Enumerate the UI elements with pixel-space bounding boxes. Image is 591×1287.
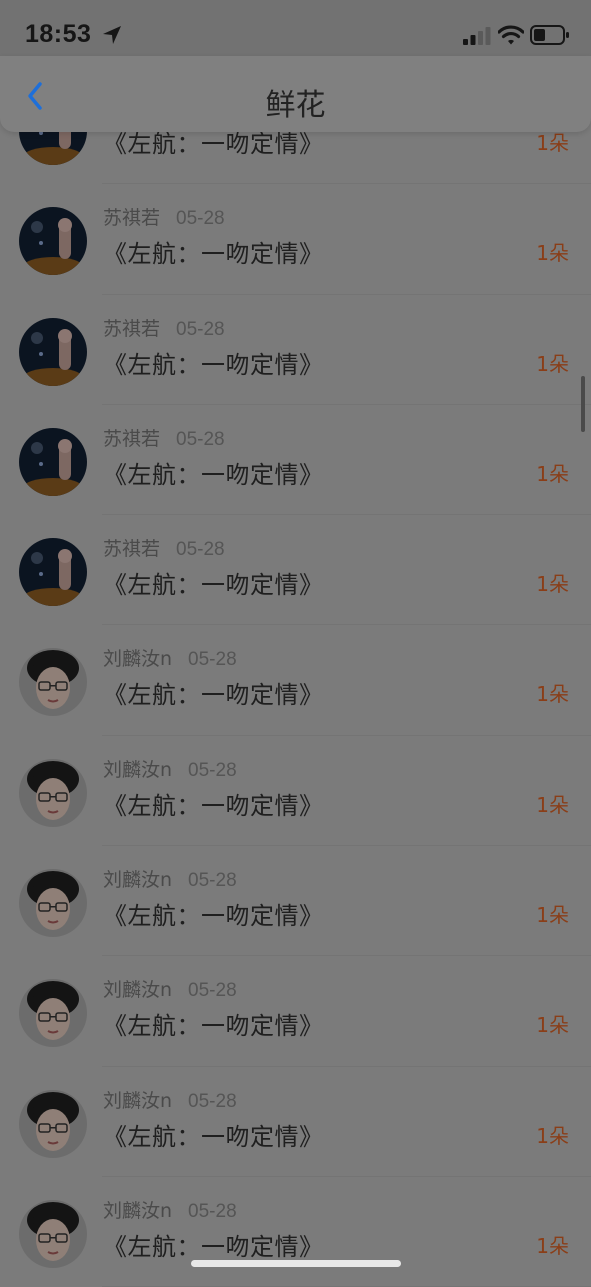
glasses-boy-avatar-icon bbox=[19, 648, 87, 717]
user-avatar[interactable] bbox=[19, 979, 87, 1048]
glasses-boy-avatar-icon bbox=[19, 869, 87, 938]
flower-count: 1朵 bbox=[536, 351, 569, 376]
list-item[interactable]: 苏祺若 05-28 《左航：一吻定情》 1朵 bbox=[0, 295, 591, 405]
user-name: 刘麟汝n bbox=[103, 1199, 173, 1222]
user-avatar[interactable] bbox=[19, 1089, 87, 1158]
user-name: 刘麟汝n bbox=[103, 758, 173, 781]
list-item[interactable]: 苏祺若 05-28 《左航：一吻定情》 1朵 bbox=[0, 405, 591, 516]
user-name: 苏祺若 bbox=[103, 538, 161, 561]
flower-count: 1朵 bbox=[536, 903, 569, 928]
gift-date: 05-28 bbox=[188, 870, 237, 892]
home-indicator[interactable] bbox=[191, 1260, 401, 1267]
user-avatar[interactable] bbox=[19, 427, 87, 496]
user-name: 苏祺若 bbox=[103, 317, 161, 340]
list-item[interactable]: 刘麟汝n 05-28 《左航：一吻定情》 1朵 bbox=[0, 1177, 591, 1287]
gift-date: 05-28 bbox=[176, 539, 225, 561]
user-name: 刘麟汝n bbox=[103, 1089, 173, 1112]
gift-date: 05-28 bbox=[188, 980, 237, 1002]
user-name: 刘麟汝n bbox=[103, 979, 173, 1002]
book-title: 《左航：一吻定情》 bbox=[103, 1232, 324, 1261]
user-name-line: 苏祺若 05-28 bbox=[103, 314, 225, 341]
user-avatar[interactable] bbox=[19, 758, 87, 827]
user-name-line: 刘麟汝n 05-28 bbox=[103, 975, 237, 1002]
list-item[interactable]: 苏祺若 05-28 《左航：一吻定情》 1朵 bbox=[0, 184, 591, 295]
glasses-boy-avatar-icon bbox=[19, 758, 87, 827]
user-name-line: 苏祺若 05-28 bbox=[103, 534, 225, 561]
book-title: 《左航：一吻定情》 bbox=[103, 240, 324, 269]
flower-count: 1朵 bbox=[536, 792, 569, 817]
user-avatar[interactable] bbox=[19, 648, 87, 717]
navigation-bar: 鲜花 bbox=[0, 56, 591, 132]
user-avatar[interactable] bbox=[19, 1199, 87, 1268]
gift-date: 05-28 bbox=[188, 759, 237, 781]
cellular-signal-icon bbox=[463, 27, 491, 45]
list-item[interactable]: 刘麟汝n 05-28 《左航：一吻定情》 1朵 bbox=[0, 736, 591, 847]
glasses-boy-avatar-icon bbox=[19, 979, 87, 1048]
book-title: 《左航：一吻定情》 bbox=[103, 1012, 324, 1041]
book-title: 《左航：一吻定情》 bbox=[103, 791, 324, 820]
flower-count: 1朵 bbox=[536, 1123, 569, 1148]
flower-count: 1朵 bbox=[536, 461, 569, 486]
glasses-boy-avatar-icon bbox=[19, 1089, 87, 1158]
list-item[interactable]: 刘麟汝n 05-28 《左航：一吻定情》 1朵 bbox=[0, 1067, 591, 1177]
user-name-line: 刘麟汝n 05-28 bbox=[103, 644, 237, 671]
glasses-boy-avatar-icon bbox=[19, 1199, 87, 1268]
user-name-line: 刘麟汝n 05-28 bbox=[103, 755, 237, 782]
user-name-line: 刘麟汝n 05-28 bbox=[103, 1086, 237, 1113]
book-title: 《左航：一吻定情》 bbox=[103, 350, 324, 379]
user-avatar[interactable] bbox=[19, 317, 87, 386]
status-time: 18:53 bbox=[25, 20, 92, 48]
battery-icon bbox=[530, 25, 569, 45]
gift-date: 05-28 bbox=[176, 318, 225, 340]
user-avatar[interactable] bbox=[19, 869, 87, 938]
user-name-line: 苏祺若 05-28 bbox=[103, 424, 225, 451]
page-title: 鲜花 bbox=[265, 88, 326, 123]
user-avatar[interactable] bbox=[19, 207, 87, 276]
user-name-line: 刘麟汝n 05-28 bbox=[103, 1196, 237, 1223]
book-title: 《左航：一吻定情》 bbox=[103, 571, 324, 600]
scrollbar[interactable] bbox=[581, 376, 585, 432]
astronaut-bear-avatar-icon bbox=[19, 538, 87, 607]
gift-date: 05-28 bbox=[176, 208, 225, 230]
book-title: 《左航：一吻定情》 bbox=[103, 1122, 324, 1151]
flower-gift-list: 《左航：一吻定情》 1朵 苏祺若 05-28 《左航：一吻定情》 1朵 苏祺若 … bbox=[0, 74, 591, 1287]
list-item[interactable]: 刘麟汝n 05-28 《左航：一吻定情》 1朵 bbox=[0, 625, 591, 736]
user-name: 苏祺若 bbox=[103, 427, 161, 450]
book-title: 《左航：一吻定情》 bbox=[103, 681, 324, 710]
book-title: 《左航：一吻定情》 bbox=[103, 902, 324, 931]
user-name-line: 苏祺若 05-28 bbox=[103, 203, 225, 230]
list-item[interactable]: 刘麟汝n 05-28 《左航：一吻定情》 1朵 bbox=[0, 956, 591, 1067]
user-name: 苏祺若 bbox=[103, 207, 161, 230]
flower-count: 1朵 bbox=[536, 682, 569, 707]
user-name-line: 刘麟汝n 05-28 bbox=[103, 865, 237, 892]
astronaut-bear-avatar-icon bbox=[19, 427, 87, 496]
flower-count: 1朵 bbox=[536, 241, 569, 266]
book-title: 《左航：一吻定情》 bbox=[103, 460, 324, 489]
user-name: 刘麟汝n bbox=[103, 648, 173, 671]
gift-date: 05-28 bbox=[176, 428, 225, 450]
flower-count: 1朵 bbox=[536, 1233, 569, 1258]
gift-date: 05-28 bbox=[188, 1200, 237, 1222]
wifi-icon bbox=[498, 25, 524, 45]
location-arrow-icon bbox=[103, 26, 121, 44]
user-avatar[interactable] bbox=[19, 538, 87, 607]
user-name: 刘麟汝n bbox=[103, 869, 173, 892]
gift-date: 05-28 bbox=[188, 649, 237, 671]
gift-date: 05-28 bbox=[188, 1090, 237, 1112]
list-item[interactable]: 苏祺若 05-28 《左航：一吻定情》 1朵 bbox=[0, 515, 591, 626]
astronaut-bear-avatar-icon bbox=[19, 317, 87, 386]
list-item[interactable]: 刘麟汝n 05-28 《左航：一吻定情》 1朵 bbox=[0, 846, 591, 957]
flower-count: 1朵 bbox=[536, 1013, 569, 1038]
astronaut-bear-avatar-icon bbox=[19, 207, 87, 276]
flower-count: 1朵 bbox=[536, 572, 569, 597]
status-bar: 18:53 bbox=[0, 0, 591, 62]
